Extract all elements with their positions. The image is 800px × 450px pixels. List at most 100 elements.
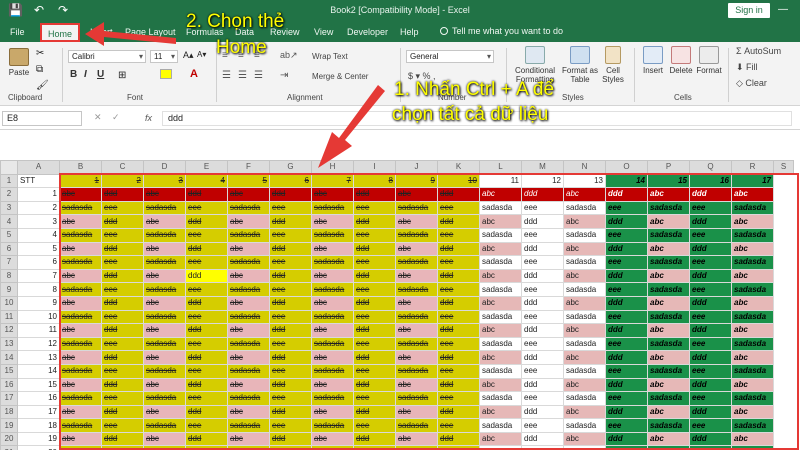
row-header[interactable]: 19: [0, 418, 18, 433]
cell[interactable]: ddd: [605, 404, 648, 420]
column-header[interactable]: P: [647, 160, 690, 175]
cell[interactable]: eee: [353, 336, 396, 352]
cell[interactable]: eee: [185, 391, 228, 406]
cell[interactable]: abc: [227, 404, 270, 420]
cell[interactable]: eee: [689, 309, 732, 325]
row-header[interactable]: 14: [0, 350, 18, 365]
row-header[interactable]: 1: [0, 173, 18, 189]
cell[interactable]: abc: [479, 350, 522, 365]
cell[interactable]: sadasda: [143, 255, 186, 270]
orientation-icon[interactable]: ab↗: [280, 50, 298, 61]
cell[interactable]: sadasda: [59, 255, 102, 270]
cell[interactable]: ddd: [353, 241, 396, 257]
cell[interactable]: 3: [17, 214, 60, 229]
cell[interactable]: sadasda: [731, 418, 774, 433]
increase-font-icon[interactable]: A▴: [183, 50, 194, 61]
cell[interactable]: abc: [311, 377, 354, 393]
cell[interactable]: abc: [647, 295, 690, 311]
cell[interactable]: sadasda: [227, 363, 270, 379]
name-box[interactable]: E8: [2, 111, 82, 126]
cell[interactable]: abc: [731, 268, 774, 284]
cell[interactable]: 12: [17, 336, 60, 352]
cell[interactable]: sadasda: [563, 282, 606, 297]
cell[interactable]: ddd: [689, 404, 732, 420]
cell[interactable]: sadasda: [59, 282, 102, 297]
cell[interactable]: eee: [521, 363, 564, 379]
cell[interactable]: 9: [395, 173, 438, 189]
cell[interactable]: ddd: [353, 323, 396, 338]
cell[interactable]: ddd: [521, 268, 564, 284]
cell[interactable]: abc: [227, 187, 270, 202]
cell[interactable]: sadasda: [731, 445, 774, 450]
cell[interactable]: eee: [353, 282, 396, 297]
cell[interactable]: abc: [563, 431, 606, 447]
cell[interactable]: eee: [437, 200, 480, 216]
cell[interactable]: sadasda: [563, 336, 606, 352]
cell[interactable]: eee: [353, 391, 396, 406]
cell[interactable]: ddd: [353, 268, 396, 284]
cell[interactable]: sadasda: [647, 418, 690, 433]
cell[interactable]: abc: [311, 241, 354, 257]
cell[interactable]: ddd: [605, 431, 648, 447]
cell[interactable]: sadasda: [647, 227, 690, 243]
cell[interactable]: abc: [647, 241, 690, 257]
cell[interactable]: ddd: [689, 187, 732, 202]
cell[interactable]: abc: [227, 241, 270, 257]
cell[interactable]: ddd: [689, 350, 732, 365]
cell[interactable]: abc: [143, 404, 186, 420]
cell[interactable]: eee: [101, 336, 144, 352]
enter-icon[interactable]: ✓: [112, 112, 120, 123]
decrease-font-icon[interactable]: A▾: [197, 50, 206, 59]
tab-page-layout[interactable]: Page Layout: [125, 26, 176, 38]
cell[interactable]: eee: [437, 363, 480, 379]
cell[interactable]: abc: [647, 268, 690, 284]
cell[interactable]: 2: [17, 200, 60, 216]
row-header[interactable]: 12: [0, 323, 18, 338]
cell[interactable]: sadasda: [311, 227, 354, 243]
cell[interactable]: abc: [395, 377, 438, 393]
cell[interactable]: sadasda: [731, 309, 774, 325]
cell[interactable]: abc: [479, 431, 522, 447]
cell[interactable]: abc: [143, 377, 186, 393]
cell[interactable]: eee: [353, 227, 396, 243]
cell[interactable]: 4: [17, 227, 60, 243]
cell[interactable]: abc: [227, 377, 270, 393]
cell[interactable]: sadasda: [59, 309, 102, 325]
cell[interactable]: sadasda: [731, 227, 774, 243]
cell[interactable]: sadasda: [227, 391, 270, 406]
cell[interactable]: sadasda: [563, 418, 606, 433]
cell[interactable]: eee: [605, 391, 648, 406]
cell[interactable]: ddd: [605, 323, 648, 338]
cell[interactable]: sadasda: [479, 282, 522, 297]
cell[interactable]: ddd: [689, 323, 732, 338]
cell[interactable]: 15: [17, 377, 60, 393]
cell[interactable]: ddd: [353, 404, 396, 420]
cell[interactable]: abc: [647, 404, 690, 420]
cell[interactable]: abc: [59, 431, 102, 447]
cell[interactable]: abc: [731, 431, 774, 447]
column-header[interactable]: Q: [689, 160, 732, 175]
cell[interactable]: eee: [521, 336, 564, 352]
cell[interactable]: sadasda: [647, 391, 690, 406]
row-header[interactable]: 16: [0, 377, 18, 393]
cell[interactable]: abc: [59, 241, 102, 257]
cell[interactable]: ddd: [269, 404, 312, 420]
cell[interactable]: sadasda: [395, 445, 438, 450]
column-header[interactable]: I: [353, 160, 396, 175]
cell[interactable]: abc: [143, 241, 186, 257]
paste-button[interactable]: Paste: [4, 48, 34, 77]
cell[interactable]: ddd: [689, 431, 732, 447]
bold-button[interactable]: B: [70, 69, 77, 80]
cell[interactable]: abc: [563, 377, 606, 393]
sheet-table[interactable]: A B C D E F G H I J K L M N O P Q R S 1 STT 1 2 3 4 5 6 7 8 9 10 11 12 13…: [0, 160, 794, 450]
row-header[interactable]: 17: [0, 391, 18, 406]
cell[interactable]: 12: [521, 173, 564, 189]
cell[interactable]: ddd: [269, 323, 312, 338]
cell[interactable]: sadasda: [227, 309, 270, 325]
cell[interactable]: eee: [521, 445, 564, 450]
cell[interactable]: eee: [185, 445, 228, 450]
cell[interactable]: sadasda: [143, 282, 186, 297]
cell[interactable]: abc: [227, 323, 270, 338]
cell[interactable]: sadasda: [647, 200, 690, 216]
cell[interactable]: abc: [311, 323, 354, 338]
